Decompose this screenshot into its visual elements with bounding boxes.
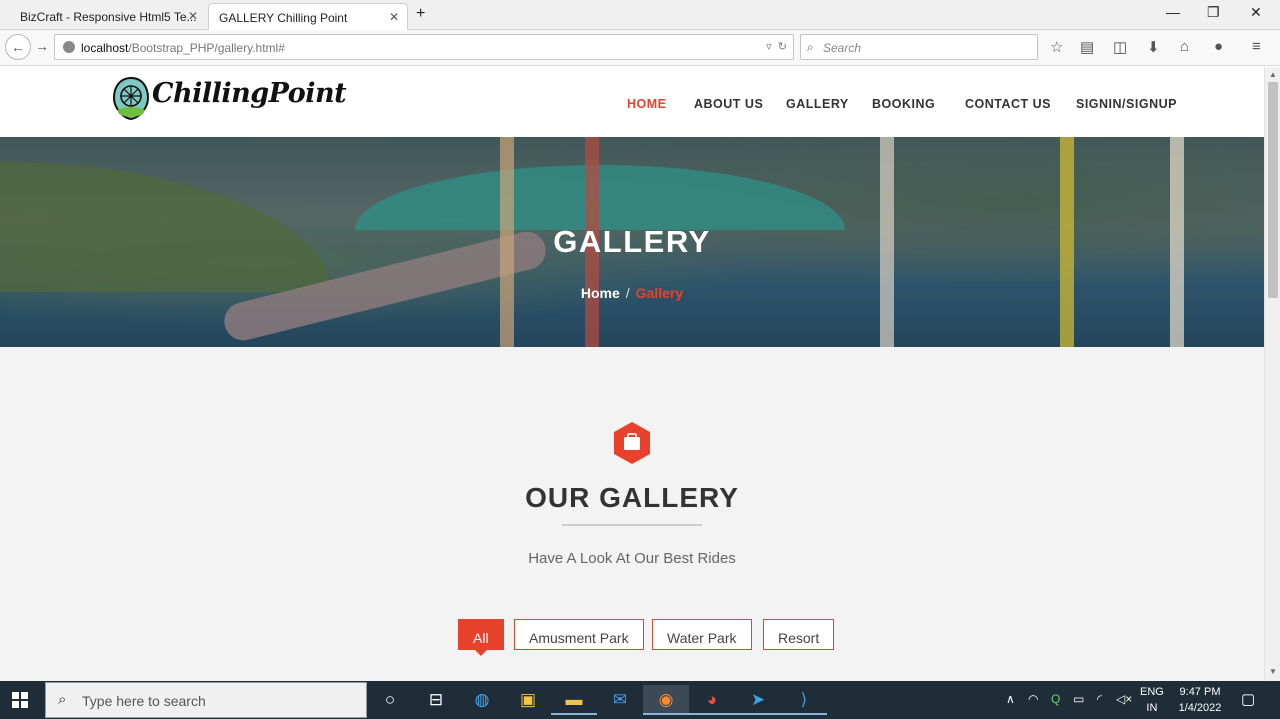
close-window-icon[interactable]: ✕	[1250, 4, 1262, 21]
battery-icon[interactable]: ▭	[1073, 692, 1084, 706]
windows-start-icon[interactable]	[12, 692, 28, 708]
language-code: ENG	[1140, 686, 1164, 698]
search-placeholder: Search	[823, 41, 862, 55]
search-icon: ⌕	[807, 40, 814, 54]
active-filter-pointer	[475, 650, 487, 656]
tab-title: GALLERY Chilling Point	[219, 11, 348, 25]
windows-taskbar: ⌕ Type here to search ○ ⊟ ◍ ▣ ▬ ✉ ◉ ◕ ➤ …	[0, 681, 1280, 719]
telegram-icon[interactable]: ➤	[735, 685, 781, 715]
tray-app-icon[interactable]: ◠	[1028, 692, 1038, 706]
region-code: IN	[1146, 702, 1158, 714]
url-host: localhost	[81, 41, 129, 55]
search-icon: ⌕	[58, 691, 67, 708]
clock[interactable]: 9:47 PM 1/4/2022	[1170, 684, 1230, 716]
input-language[interactable]: ENG IN	[1140, 684, 1164, 716]
volume-muted-icon[interactable]: ◁×	[1116, 692, 1132, 706]
globe-icon	[63, 41, 75, 53]
nav-about-us[interactable]: ABOUT US	[694, 97, 763, 111]
mail-icon[interactable]: ✉	[597, 685, 643, 715]
file-explorer-icon[interactable]: ▬	[551, 685, 597, 715]
task-view-icon[interactable]: ⊟	[413, 685, 459, 715]
nav-gallery[interactable]: GALLERY	[786, 97, 849, 111]
address-bar[interactable]: localhost/Bootstrap_PHP/gallery.html# ▿ …	[54, 34, 794, 60]
section-divider	[562, 524, 702, 526]
filter-amusment-park-button[interactable]: Amusment Park	[514, 619, 644, 650]
close-tab-icon[interactable]: ✕	[188, 9, 198, 23]
firefox-icon[interactable]: ◉	[643, 685, 689, 715]
filter-resort-button[interactable]: Resort	[763, 619, 835, 650]
back-arrow-icon[interactable]: ←	[5, 34, 31, 60]
menu-icon[interactable]: ≡	[1252, 38, 1261, 55]
browser-tab-active[interactable]: GALLERY Chilling Point ✕	[208, 3, 408, 30]
pocket-icon[interactable]: ◫	[1113, 38, 1127, 56]
store-icon[interactable]: ▣	[505, 685, 551, 715]
clock-time: 9:47 PM	[1179, 686, 1221, 698]
bookmark-star-icon[interactable]: ☆	[1050, 38, 1063, 56]
scrollbar-thumb[interactable]	[1268, 82, 1278, 298]
scroll-down-icon[interactable]: ▼	[1269, 667, 1277, 676]
tab-title: BizCraft - Responsive Html5 Te...	[20, 10, 197, 24]
minimize-icon[interactable]: —	[1166, 4, 1180, 20]
clock-date: 1/4/2022	[1178, 702, 1222, 714]
wifi-icon[interactable]: ◜	[1097, 692, 1102, 706]
nav-home[interactable]: HOME	[627, 97, 667, 111]
home-icon[interactable]: ⌂	[1180, 38, 1189, 55]
reload-icon[interactable]: ▿ ↻	[766, 40, 787, 53]
breadcrumb: Home / Gallery	[0, 285, 1264, 301]
forward-arrow-icon[interactable]: →	[35, 38, 49, 54]
filter-all-button[interactable]: All	[458, 619, 504, 650]
download-icon[interactable]: ⬇	[1147, 38, 1160, 56]
close-tab-icon[interactable]: ✕	[389, 10, 399, 24]
browser-toolbar: ← → localhost/Bootstrap_PHP/gallery.html…	[0, 30, 1280, 66]
page-scrollbar[interactable]: ▲ ▼	[1264, 67, 1280, 681]
page-title: GALLERY	[553, 224, 711, 259]
browser-tab-strip: BizCraft - Responsive Html5 Te... ✕ GALL…	[0, 0, 1280, 30]
taskbar-search-input[interactable]: ⌕ Type here to search	[45, 682, 367, 718]
restore-icon[interactable]: ❐	[1207, 4, 1220, 21]
nav-contact-us[interactable]: CONTACT US	[965, 97, 1051, 111]
tray-overflow-icon[interactable]: ∧	[1006, 692, 1015, 706]
edge-icon[interactable]: ◍	[459, 685, 505, 715]
cortana-icon[interactable]: ○	[367, 685, 413, 715]
chrome-icon[interactable]: ◕	[689, 685, 735, 715]
scroll-up-icon[interactable]: ▲	[1269, 70, 1277, 79]
logo-text[interactable]: ChillingPoint	[152, 78, 347, 109]
tray-q-icon[interactable]: Q	[1051, 692, 1060, 706]
hero-background-canopy	[355, 165, 845, 230]
notifications-icon[interactable]: ▢	[1241, 690, 1255, 708]
breadcrumb-separator: /	[625, 285, 630, 301]
nav-booking[interactable]: BOOKING	[872, 97, 935, 111]
briefcase-icon	[614, 422, 650, 464]
breadcrumb-home[interactable]: Home	[581, 285, 620, 301]
url-path: /Bootstrap_PHP/gallery.html#	[128, 41, 285, 55]
section-title: OUR GALLERY	[525, 482, 739, 513]
reading-list-icon[interactable]: ▤	[1080, 38, 1094, 56]
new-tab-icon[interactable]: +	[416, 5, 425, 23]
section-subtitle: Have A Look At Our Best Rides	[528, 550, 736, 567]
chat-icon[interactable]: ●	[1214, 38, 1223, 55]
site-header: ChillingPoint HOME ABOUT US GALLERY BOOK…	[0, 67, 1264, 137]
nav-signin-signup[interactable]: SIGNIN/SIGNUP	[1076, 97, 1177, 111]
browser-search-input[interactable]: ⌕ Search	[800, 34, 1038, 60]
hero-banner: GALLERY Home / Gallery	[0, 137, 1264, 347]
ferris-wheel-logo-icon[interactable]	[113, 76, 149, 120]
filter-water-park-button[interactable]: Water Park	[652, 619, 752, 650]
vscode-icon[interactable]: ⟩	[781, 685, 827, 715]
breadcrumb-current: Gallery	[635, 285, 684, 301]
taskbar-search-placeholder: Type here to search	[82, 693, 206, 709]
browser-tab[interactable]: BizCraft - Responsive Html5 Te... ✕	[10, 3, 206, 30]
gallery-section: OUR GALLERY Have A Look At Our Best Ride…	[0, 347, 1264, 681]
